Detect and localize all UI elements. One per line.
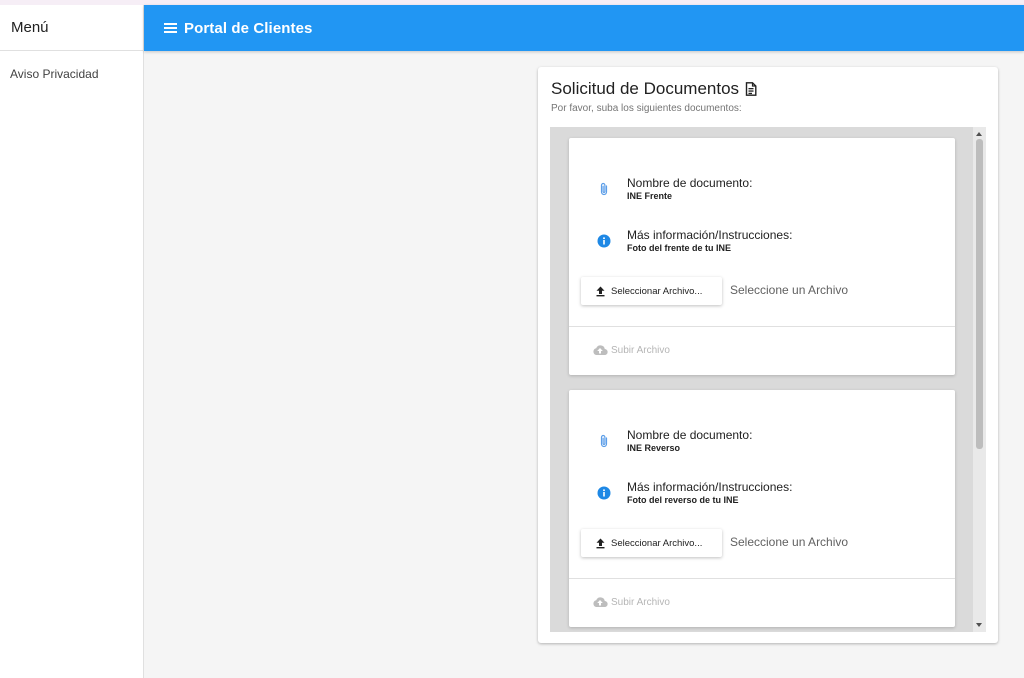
document-info-value: Foto del frente de tu INE: [627, 243, 732, 253]
upload-file-button[interactable]: Subir Archivo: [592, 344, 670, 356]
info-circle-icon: [597, 234, 611, 248]
upload-arrow-icon: [596, 286, 605, 296]
card-title: Solicitud de Documentos: [551, 79, 740, 98]
card-divider: [569, 578, 955, 579]
document-name-value: INE Frente: [627, 191, 673, 201]
paperclip-icon: [600, 182, 608, 196]
upload-file-button[interactable]: Subir Archivo: [592, 596, 670, 608]
scrollbar-thumb[interactable]: [976, 139, 983, 449]
document-name-label: Nombre de documento:: [627, 176, 753, 190]
file-document-icon: [745, 82, 757, 96]
paperclip-icon: [600, 434, 608, 448]
select-file-button[interactable]: Seleccionar Archivo...: [581, 529, 722, 557]
info-circle-icon: [597, 486, 611, 500]
select-file-label: Seleccionar Archivo...: [611, 537, 703, 549]
document-request-card: Solicitud de Documentos Por favor, suba …: [538, 67, 998, 643]
drawer-item-aviso-privacidad[interactable]: Aviso Privacidad: [0, 67, 143, 81]
cloud-upload-icon: [593, 597, 608, 608]
document-card: Nombre de documento: INE Reverso Más inf…: [569, 390, 955, 627]
vertical-scrollbar[interactable]: [973, 127, 986, 632]
document-info-row: Más información/Instrucciones: Foto del …: [597, 229, 792, 254]
hamburger-menu-icon[interactable]: [164, 23, 177, 33]
documents-scroll-area[interactable]: Nombre de documento: INE Frente Más info…: [550, 127, 986, 632]
document-name-label: Nombre de documento:: [627, 428, 753, 442]
app-title: Portal de Clientes: [184, 19, 313, 37]
drawer-title: Menú: [0, 5, 143, 51]
scroll-up-arrow-icon[interactable]: [976, 132, 982, 136]
document-info-value: Foto del reverso de tu INE: [627, 495, 739, 505]
select-file-button[interactable]: Seleccionar Archivo...: [581, 277, 722, 305]
document-name-row: Nombre de documento: INE Reverso: [597, 429, 752, 454]
document-card: Nombre de documento: INE Frente Más info…: [569, 138, 955, 375]
document-info-label: Más información/Instrucciones:: [627, 228, 793, 242]
side-drawer: Menú Aviso Privacidad: [0, 5, 144, 678]
card-divider: [569, 326, 955, 327]
document-name-row: Nombre de documento: INE Frente: [597, 177, 752, 202]
document-name-value: INE Reverso: [627, 443, 681, 453]
card-subtitle: Por favor, suba los siguientes documento…: [551, 103, 742, 114]
app-bar: Portal de Clientes: [144, 5, 1024, 51]
select-file-label: Seleccionar Archivo...: [611, 285, 703, 297]
scroll-down-arrow-icon[interactable]: [976, 623, 982, 627]
cloud-upload-icon: [593, 345, 608, 356]
upload-file-label: Subir Archivo: [611, 344, 670, 356]
file-status-text: Seleccione un Archivo: [730, 535, 849, 549]
upload-arrow-icon: [596, 538, 605, 548]
file-status-text: Seleccione un Archivo: [730, 283, 849, 297]
document-info-row: Más información/Instrucciones: Foto del …: [597, 481, 792, 506]
card-title-row: Solicitud de Documentos: [551, 79, 757, 99]
upload-file-label: Subir Archivo: [611, 596, 670, 608]
document-info-label: Más información/Instrucciones:: [627, 480, 793, 494]
